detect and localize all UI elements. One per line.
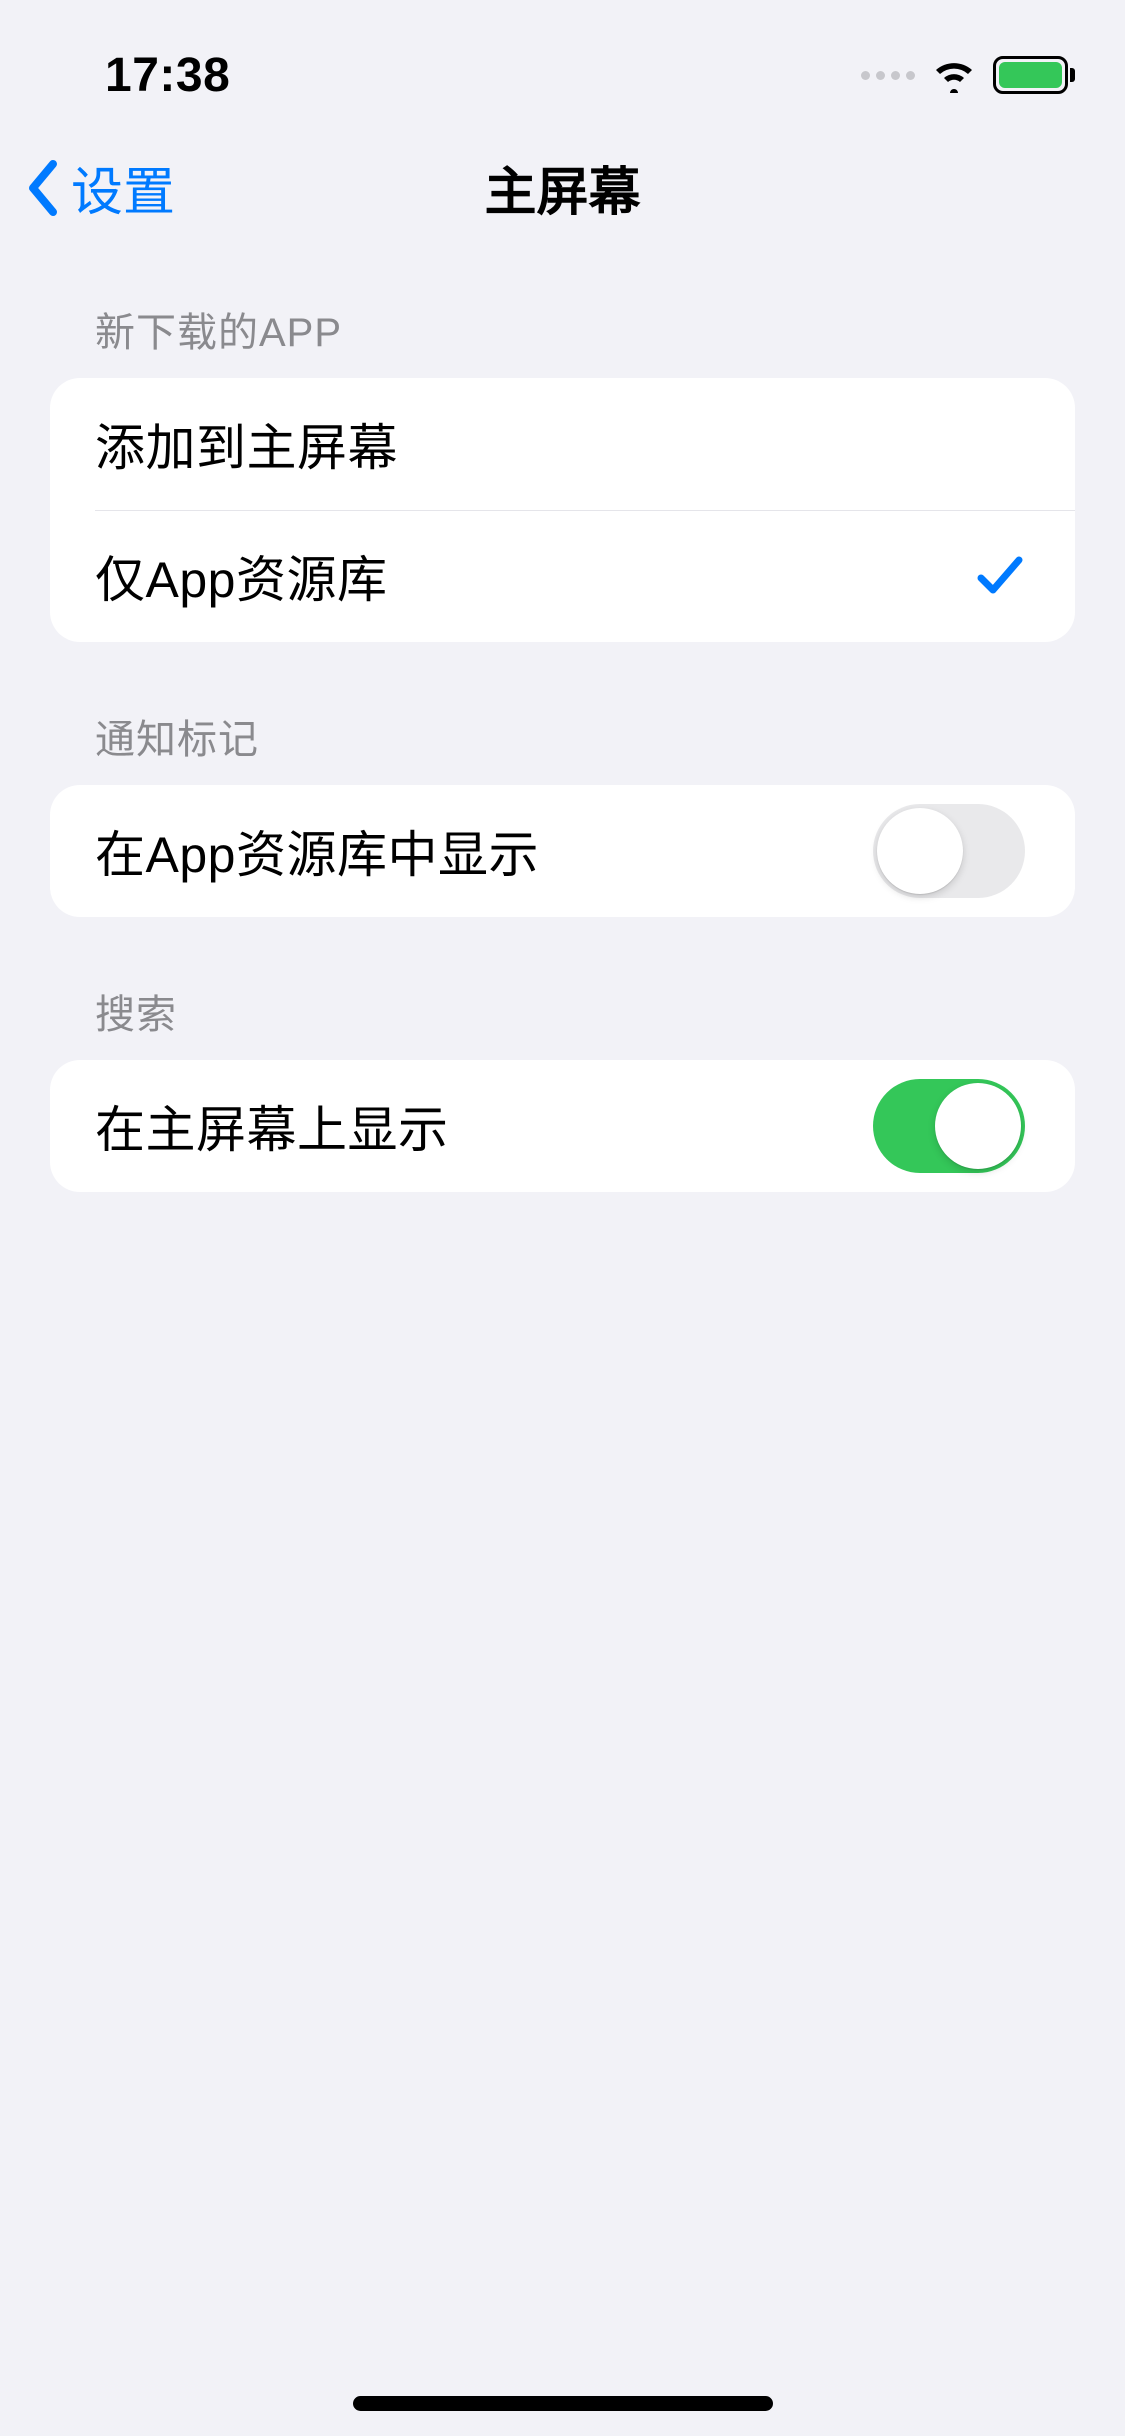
group-badges: 在App资源库中显示 [50,785,1075,917]
back-label: 设置 [71,150,175,225]
checkmark-icon [975,552,1025,600]
option-label: 添加到主屏幕 [95,408,398,480]
battery-icon [993,56,1075,94]
option-app-library-only[interactable]: 仅App资源库 [50,510,1075,642]
section-header-badges: 通知标记 [0,707,1125,785]
status-bar: 17:38 [0,0,1125,120]
signal-dots-icon [861,71,915,80]
group-new-apps: 添加到主屏幕 仅App资源库 [50,378,1075,642]
page-title: 主屏幕 [484,150,640,225]
section-search: 搜索 在主屏幕上显示 [0,982,1125,1192]
content: 新下载的APP 添加到主屏幕 仅App资源库 通知标记 在App资源库中显示 [0,255,1125,1192]
back-button[interactable]: 设置 [25,150,175,225]
section-header-new-apps: 新下载的APP [0,300,1125,378]
row-label: 在App资源库中显示 [95,815,539,887]
toggle-show-in-app-library[interactable] [873,804,1025,898]
navigation-bar: 设置 主屏幕 [0,120,1125,255]
row-label: 在主屏幕上显示 [95,1090,449,1162]
status-indicators [861,56,1075,94]
option-label: 仅App资源库 [95,540,387,612]
section-header-search: 搜索 [0,982,1125,1060]
row-show-in-app-library: 在App资源库中显示 [50,785,1075,917]
section-new-apps: 新下载的APP 添加到主屏幕 仅App资源库 [0,300,1125,642]
wifi-icon [930,57,978,93]
chevron-left-icon [25,158,61,218]
status-time: 17:38 [105,48,230,103]
home-indicator[interactable] [353,2396,773,2411]
row-show-on-home: 在主屏幕上显示 [50,1060,1075,1192]
toggle-show-on-home[interactable] [873,1079,1025,1173]
option-add-to-home[interactable]: 添加到主屏幕 [50,378,1075,510]
group-search: 在主屏幕上显示 [50,1060,1075,1192]
section-badges: 通知标记 在App资源库中显示 [0,707,1125,917]
